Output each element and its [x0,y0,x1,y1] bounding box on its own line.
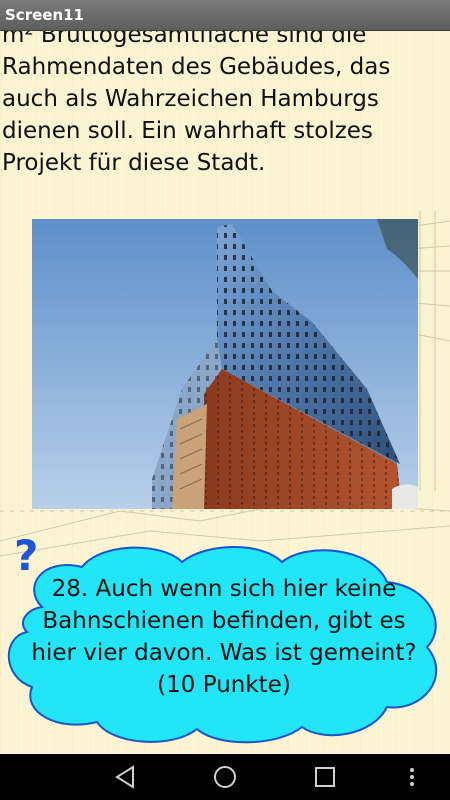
intro-line: dienen soll. Ein wahrhaft stolzes [2,118,373,144]
app-titlebar: Screen11 [0,0,450,31]
android-navigation-bar [0,754,450,800]
recents-square-icon[interactable] [308,754,342,800]
question-line: 28. Auch wenn sich hier keine [51,576,397,602]
intro-paragraph: m² Bruttogesamtfläche sind die Rahmendat… [2,31,442,179]
intro-line: Rahmendaten des Gebäudes, das [2,54,391,80]
question-line: hier vier davon. Was ist gemeint? [31,640,417,666]
menu-dots-icon[interactable] [402,754,422,800]
question-text: 28. Auch wenn sich hier keine Bahnschien… [14,573,434,701]
intro-line: Projekt für diese Stadt. [2,150,266,176]
back-triangle-icon[interactable] [108,754,142,800]
home-circle-icon[interactable] [208,754,242,800]
app-title: Screen11 [5,6,84,24]
content-area[interactable]: m² Bruttogesamtfläche sind die Rahmendat… [0,31,450,754]
elbphilharmonie-photo [32,219,418,509]
intro-line: auch als Wahrzeichen Hamburgs [2,86,379,112]
question-line: Bahnschienen befinden, gibt es [42,608,406,634]
intro-line: m² Bruttogesamtfläche sind die [2,31,367,48]
question-line: (10 Punkte) [157,672,291,698]
